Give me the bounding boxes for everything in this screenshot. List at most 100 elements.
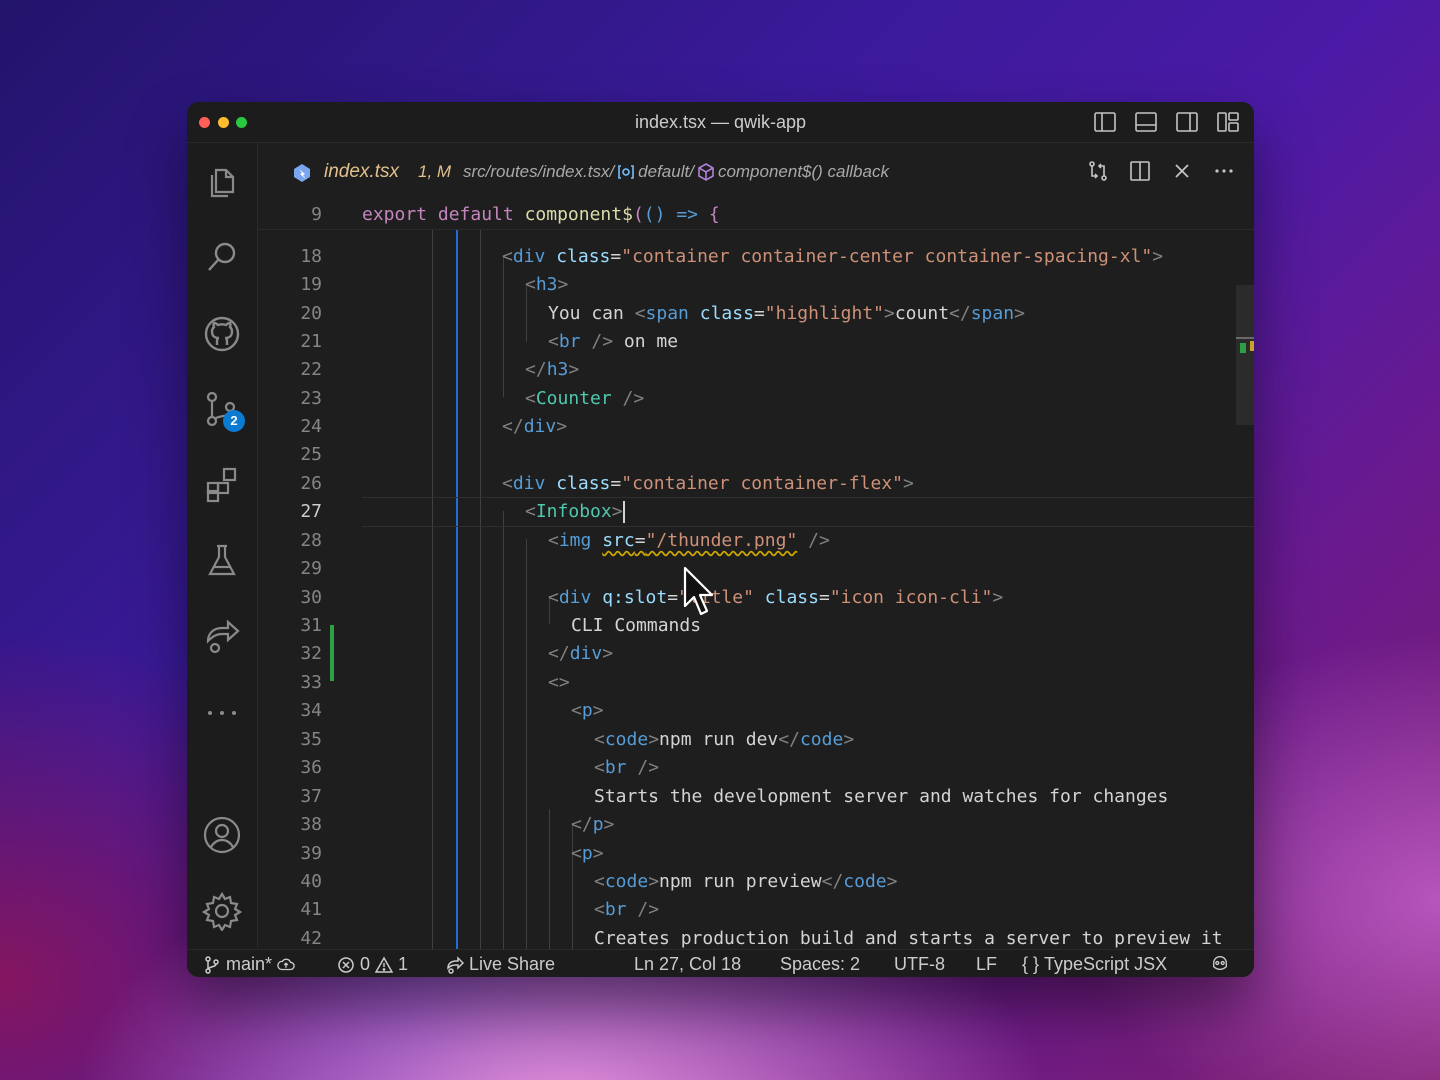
code-text: <div class="container container-flex"> <box>502 473 914 494</box>
cursor-position-label: Ln 27, Col 18 <box>634 954 742 974</box>
remote-explorer-icon[interactable] <box>202 617 242 657</box>
more-icon[interactable] <box>202 693 242 733</box>
line-number: 32 <box>300 643 322 664</box>
sticky-scroll-header[interactable]: 9 export default component$(() => { <box>258 201 1254 230</box>
extensions-icon[interactable] <box>202 465 242 505</box>
code-line: 39 <p> <box>258 840 1254 868</box>
braces-icon: { } <box>1022 954 1040 974</box>
line-number: 37 <box>300 786 322 807</box>
code-line: 29 <box>258 555 1254 583</box>
breadcrumb-symbol-callback[interactable]: component$() callback <box>718 162 889 182</box>
line-number: 35 <box>300 729 322 750</box>
code-line: 19 <h3> <box>258 271 1254 299</box>
language-mode[interactable]: { } TypeScript JSX <box>1022 954 1167 975</box>
text-cursor <box>622 501 625 523</box>
symbol-variable-icon <box>618 165 634 179</box>
cloud-sync-icon[interactable] <box>277 956 295 974</box>
code-text: <br /> on me <box>548 331 679 352</box>
code-line: 28 <img src="/thunder.png" /> <box>258 527 1254 555</box>
line-number: 24 <box>300 416 322 437</box>
testing-icon[interactable] <box>202 541 242 581</box>
copilot-icon <box>1213 956 1227 970</box>
code-line: 30 <div q:slot="title" class="icon icon-… <box>258 584 1254 612</box>
error-icon <box>338 956 354 973</box>
cursor-position[interactable]: Ln 27, Col 18 <box>634 954 741 975</box>
branch-name: main* <box>226 954 273 974</box>
activity-bar: 2 <box>187 143 258 949</box>
code-line: 32 </div> <box>258 640 1254 668</box>
code-text: <code>npm run preview</code> <box>594 871 898 892</box>
more-actions-icon[interactable] <box>1212 159 1236 183</box>
encoding-indicator[interactable]: UTF-8 <box>894 954 945 975</box>
line-number: 31 <box>300 615 322 636</box>
close-icon[interactable] <box>1170 159 1194 183</box>
code-line: 42 Creates production build and starts a… <box>258 925 1254 949</box>
problems-indicator[interactable]: 0 1 <box>337 954 408 975</box>
editor-tab-bar: index.tsx 1, M src/routes/index.tsx/ def… <box>258 143 1254 201</box>
customize-layout-icon[interactable] <box>1216 110 1240 134</box>
split-editor-icon[interactable] <box>1128 159 1152 183</box>
settings-gear-icon[interactable] <box>201 891 243 933</box>
line-number: 9 <box>311 204 322 225</box>
line-number: 19 <box>300 274 322 295</box>
line-number: 27 <box>300 501 322 522</box>
accounts-icon[interactable] <box>202 815 242 855</box>
language-label: TypeScript JSX <box>1044 954 1168 974</box>
code-line: 25 <box>258 441 1254 469</box>
line-number: 33 <box>300 672 322 693</box>
code-line: 34 <p> <box>258 697 1254 725</box>
live-share-label: Live Share <box>469 954 556 974</box>
line-number: 18 <box>300 246 322 267</box>
indentation-indicator[interactable]: Spaces: 2 <box>780 954 860 975</box>
line-number: 38 <box>300 814 322 835</box>
code-text: <div q:slot="title" class="icon icon-cli… <box>548 587 1004 608</box>
compare-changes-icon[interactable] <box>1086 159 1110 183</box>
code-line: 26 <div class="container container-flex"… <box>258 470 1254 498</box>
line-number: 29 <box>300 558 322 579</box>
toggle-panel-icon[interactable] <box>1134 110 1158 134</box>
code-text: </div> <box>502 416 568 437</box>
scrollbar-warning-marker <box>1250 341 1254 351</box>
tab-filename[interactable]: index.tsx <box>324 161 399 183</box>
line-number: 23 <box>300 388 322 409</box>
explorer-icon[interactable] <box>202 161 242 201</box>
code-text: <Counter /> <box>525 388 645 409</box>
copilot-status[interactable] <box>1211 954 1229 972</box>
breadcrumb-path[interactable]: src/routes/index.tsx/ <box>463 162 614 182</box>
layout-controls <box>1093 110 1240 134</box>
code-text: </h3> <box>525 359 580 380</box>
line-number: 21 <box>300 331 322 352</box>
toggle-primary-sidebar-icon[interactable] <box>1093 110 1117 134</box>
code-line: 22 </h3> <box>258 356 1254 384</box>
line-number: 40 <box>300 871 322 892</box>
code-line: 35 <code>npm run dev</code> <box>258 726 1254 754</box>
branch-indicator[interactable]: main* <box>203 954 295 975</box>
vscode-window: index.tsx — qwik-app 2 index.tsx 1, M sr… <box>187 102 1254 977</box>
code-text: </div> <box>548 643 614 664</box>
code-text: <br /> <box>594 899 660 920</box>
vertical-scrollbar[interactable] <box>1236 285 1254 425</box>
line-number: 36 <box>300 757 322 778</box>
code-text: Starts the development server and watche… <box>594 786 1169 807</box>
code-text: <h3> <box>525 274 569 295</box>
github-icon[interactable] <box>202 314 242 354</box>
code-text: </p> <box>571 814 615 835</box>
code-line: 18 <div class="container container-cente… <box>258 243 1254 271</box>
line-number: 22 <box>300 359 322 380</box>
live-share-button[interactable]: Live Share <box>446 954 555 975</box>
code-editor[interactable]: 18 <div class="container container-cente… <box>258 201 1254 949</box>
line-number: 28 <box>300 530 322 551</box>
source-control-badge: 2 <box>223 410 245 432</box>
breadcrumb-symbol-default[interactable]: default/ <box>638 162 694 182</box>
eol-indicator[interactable]: LF <box>976 954 997 975</box>
title-bar: index.tsx — qwik-app <box>187 102 1254 143</box>
code-line-current: 27 <Infobox> <box>258 498 1254 526</box>
line-number: 30 <box>300 587 322 608</box>
code-text: <code>npm run dev</code> <box>594 729 855 750</box>
code-line: 40 <code>npm run preview</code> <box>258 868 1254 896</box>
search-icon[interactable] <box>202 237 242 277</box>
code-text: <Infobox> <box>525 501 625 523</box>
code-text: <p> <box>571 843 604 864</box>
code-text: <p> <box>571 700 604 721</box>
toggle-secondary-sidebar-icon[interactable] <box>1175 110 1199 134</box>
